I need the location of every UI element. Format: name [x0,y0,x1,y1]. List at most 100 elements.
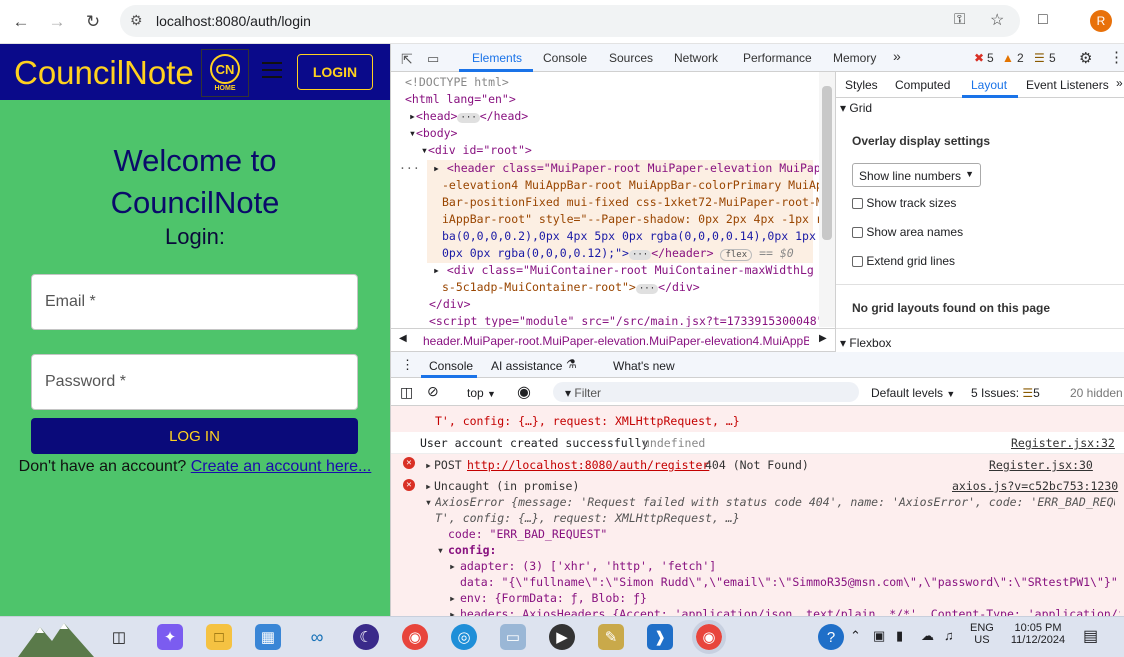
checkbox[interactable] [852,227,863,238]
source-link[interactable]: axios.js?v=c52bc753:1230 [952,479,1118,493]
breadcrumb[interactable]: header.MuiPaper-root.MuiPaper-elevation.… [423,334,809,348]
tab-performance[interactable]: Performance [743,51,812,65]
notes-app-icon[interactable]: ▭ [500,624,526,650]
menu-icon[interactable] [262,62,282,78]
issues-button[interactable]: 5 Issues: ☰5 [971,386,1040,400]
reload-icon[interactable]: ↻ [80,9,106,35]
collapse-arrow-icon[interactable]: ▾ [437,543,444,557]
media-app-icon[interactable]: ▶ [549,624,575,650]
clock[interactable]: 10:05 PM 11/12/2024 [1004,622,1072,646]
expand-arrow-icon[interactable]: ▸ [425,458,432,472]
copilot-icon[interactable]: ✦ [157,624,183,650]
script-node[interactable]: <script type="module" src="/src/main.jsx… [429,313,831,327]
checkbox[interactable] [852,256,863,267]
bookmark-star-icon[interactable]: ☆ [990,10,1004,30]
doctype-line[interactable]: <!DOCTYPE html> [405,74,509,91]
drawer-tab-console[interactable]: Console [429,359,473,373]
sidebar-toggle-icon[interactable]: ◫ [400,384,413,401]
tab-elements[interactable]: Elements [472,51,522,65]
expand-arrow-icon[interactable]: ▸ [409,109,416,123]
grid-section-header[interactable]: ▾ Grid [840,101,872,115]
help-icon[interactable]: ? [818,624,844,650]
battery-icon[interactable]: ▮ [896,628,903,644]
moon-app-icon[interactable]: ☾ [353,624,379,650]
settings-gear-icon[interactable]: ⚙ [1079,49,1092,67]
option-extend-grid[interactable]: Extend grid lines [852,254,955,268]
tab-computed[interactable]: Computed [895,78,950,92]
option-track-sizes[interactable]: Show track sizes [852,196,956,210]
info-count[interactable]: 5 [1049,51,1056,65]
wifi-icon[interactable]: ☁ [921,628,934,644]
root-div-node[interactable]: ▾<div id="root"> [421,142,532,159]
drawer-tab-ai-assistance[interactable]: AI assistance [491,359,562,373]
request-url[interactable]: http://localhost:8080/auth/register [467,458,709,472]
tab-event-listeners[interactable]: Event Listeners [1026,78,1109,92]
log-levels-selector[interactable]: Default levels ▼ [871,386,955,400]
password-key-icon[interactable]: ⚿ [954,11,965,28]
console-filter-input[interactable]: ▾ Filter [553,382,859,402]
store-icon[interactable]: ▦ [255,624,281,650]
ellipsis-badge[interactable]: ··· [628,250,652,260]
chrome-icon[interactable]: ◉ [402,624,428,650]
checkbox[interactable] [852,198,863,209]
warning-count[interactable]: 2 [1017,51,1024,65]
login-nav-button[interactable]: LOGIN [297,54,373,90]
flex-badge[interactable]: flex [720,249,753,261]
site-info-icon[interactable]: ⚙ [130,12,143,29]
tab-network[interactable]: Network [674,51,718,65]
extensions-icon[interactable]: □ [1038,11,1048,29]
tab-memory[interactable]: Memory [833,51,876,65]
home-logo[interactable]: CN HOME [201,49,249,97]
html-node[interactable]: <html lang="en"> [405,91,516,108]
collapse-arrow-icon[interactable]: ▾ [409,126,416,140]
body-node[interactable]: ▾<body> [409,125,457,142]
back-icon[interactable]: ← [8,9,34,35]
error-count[interactable]: 5 [987,51,994,65]
profile-avatar[interactable]: R [1090,10,1112,32]
tab-sources[interactable]: Sources [609,51,653,65]
paint-icon[interactable]: ✎ [598,624,624,650]
vscode-icon[interactable]: ❱ [647,624,673,650]
edge-icon[interactable]: ◎ [451,624,477,650]
more-options-icon[interactable]: ⋮ [1109,48,1124,66]
node-actions-icon[interactable]: ··· [399,160,420,177]
ellipsis-badge[interactable]: ··· [635,284,659,294]
line-numbers-select[interactable]: Show line numbers ▼ [852,163,981,187]
breadcrumb-left-icon[interactable]: ◀ [399,333,407,344]
login-submit-button[interactable]: LOG IN [31,418,358,454]
file-explorer-icon[interactable]: □ [206,624,232,650]
elements-scrollbar[interactable] [819,72,835,327]
more-tabs-icon[interactable]: » [1116,76,1123,90]
expand-arrow-icon[interactable]: ▸ [433,161,447,175]
language-indicator[interactable]: ENG US [970,622,994,646]
container-node[interactable]: ▸ <div class="MuiContainer-root MuiConta… [433,262,835,279]
header-node[interactable]: ▸ <header class="MuiPaper-root MuiPaper-… [433,160,835,177]
tab-styles[interactable]: Styles [845,78,878,92]
flexbox-section-header[interactable]: ▾ Flexbox [836,328,1124,352]
tab-console[interactable]: Console [543,51,587,65]
axios-error-line-1[interactable]: AxiosError {message: 'Request failed wit… [435,495,1115,509]
source-link[interactable]: Register.jsx:30 [989,458,1093,472]
email-field[interactable]: Email * [31,274,358,330]
ellipsis-badge[interactable]: ··· [457,113,480,123]
breadcrumb-right-icon[interactable]: ▶ [819,333,827,344]
drawer-menu-icon[interactable]: ⋮ [401,357,414,373]
address-bar[interactable]: ⚙ localhost:8080/auth/login ⚿ ☆ [120,5,1020,37]
clear-console-icon[interactable]: ⊘ [427,383,439,400]
tray-camera-icon[interactable]: ▣ [873,628,885,644]
expand-arrow-icon[interactable]: ▸ [425,479,432,493]
volume-icon[interactable]: ♫ [944,628,954,643]
option-area-names[interactable]: Show area names [852,225,963,239]
expand-arrow-icon[interactable]: ▸ [449,591,456,605]
device-toolbar-icon[interactable]: ▭ [427,51,439,67]
live-expression-eye-icon[interactable]: ◉ [517,382,531,402]
expand-arrow-icon[interactable]: ▸ [433,263,447,277]
password-field[interactable]: Password * [31,354,358,410]
create-account-link[interactable]: Create an account here... [191,458,372,475]
collapse-arrow-icon[interactable]: ▾ [421,143,428,157]
chrome-active-icon[interactable]: ◉ [692,620,726,654]
task-view-icon[interactable]: ◫ [106,624,132,650]
drawer-tab-whats-new[interactable]: What's new [613,359,675,373]
tab-layout[interactable]: Layout [971,78,1007,92]
expand-arrow-icon[interactable]: ▸ [449,559,456,573]
